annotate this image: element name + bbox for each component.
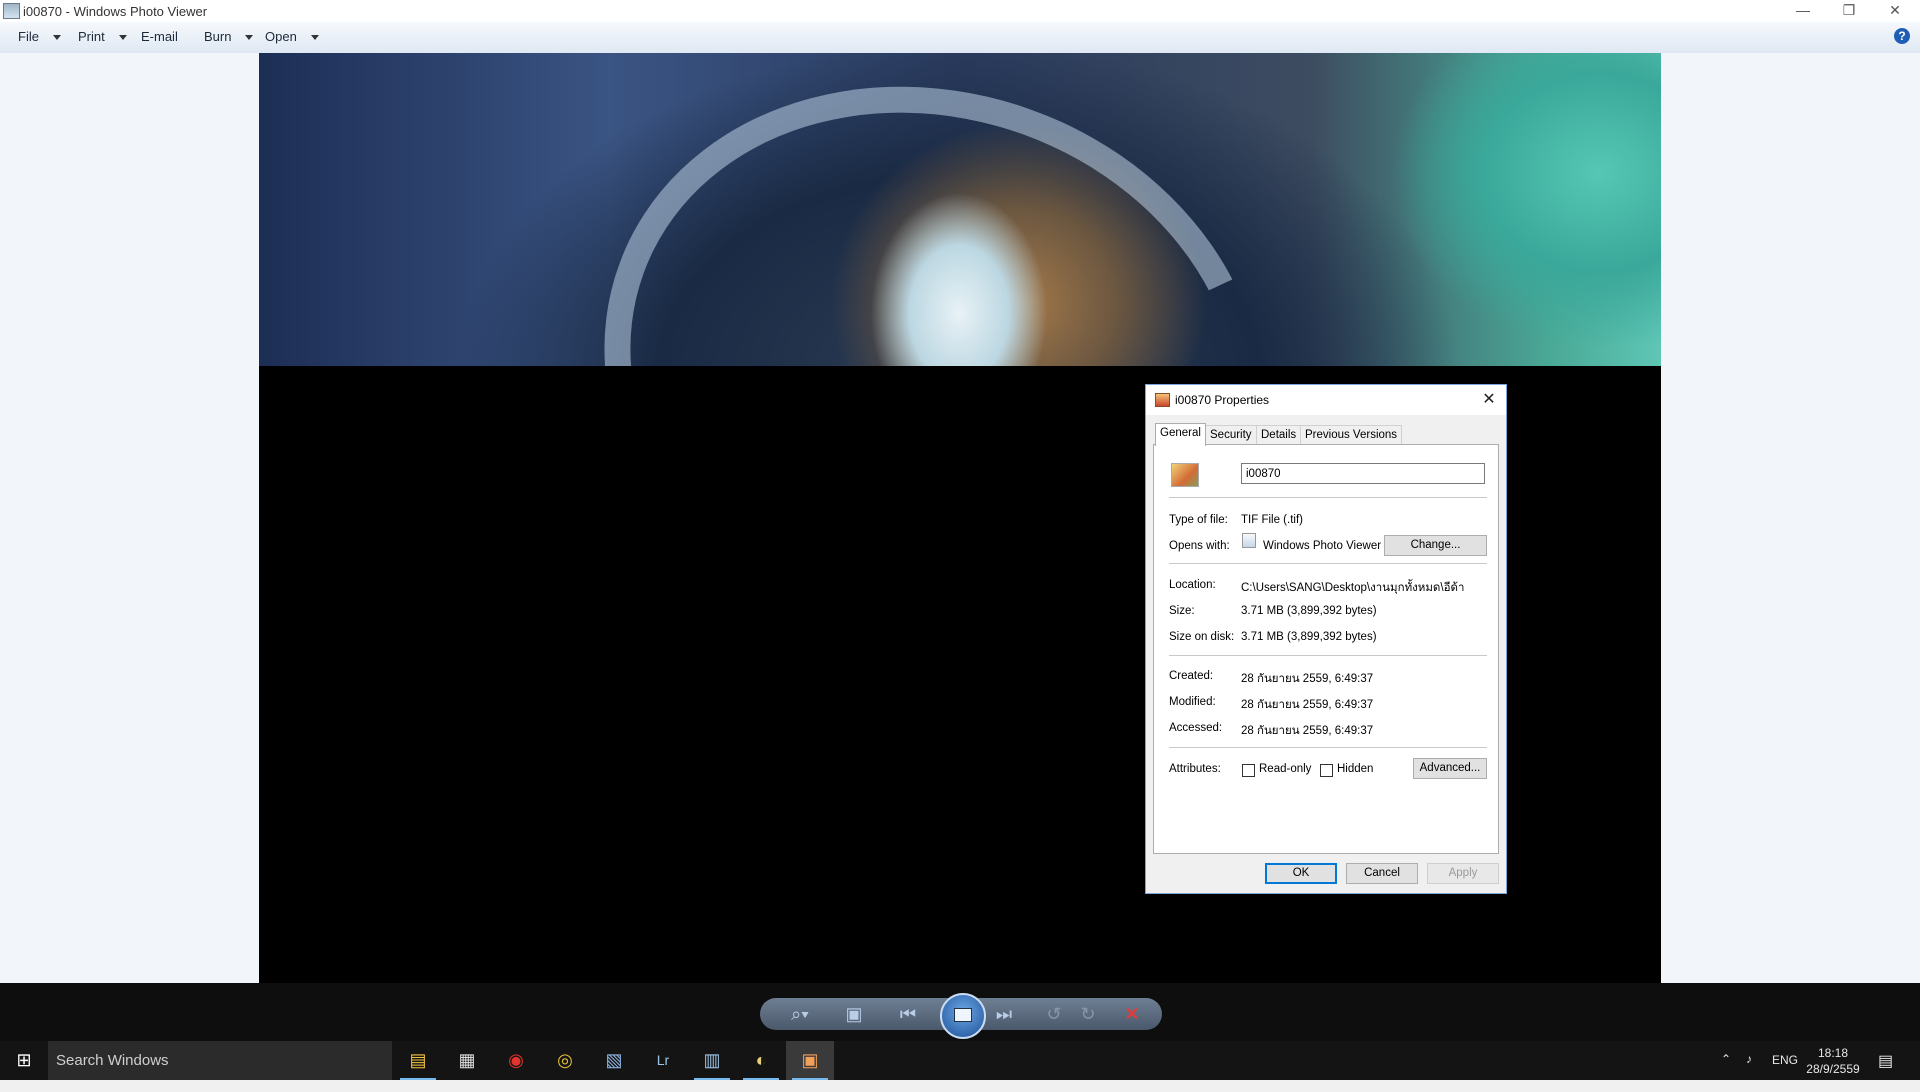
zoom-icon[interactable]: ⌕▾ — [782, 998, 818, 1030]
volume-icon[interactable]: ♪ — [1746, 1052, 1752, 1091]
close-window-button[interactable]: ✕ — [1872, 0, 1918, 22]
file-name-input[interactable] — [1241, 463, 1485, 484]
slideshow-button[interactable] — [940, 993, 986, 1039]
window-title: i00870 - Windows Photo Viewer — [23, 4, 208, 19]
chevron-down-icon — [52, 35, 61, 41]
app-icon[interactable]: ◉ — [492, 1041, 540, 1080]
image-file-icon — [1155, 393, 1170, 407]
slideshow-icon — [954, 1008, 972, 1022]
language-indicator[interactable]: ENG — [1772, 1053, 1798, 1092]
read-only-checkbox[interactable] — [1242, 764, 1255, 777]
rotate-counterclockwise-icon[interactable]: ↺ — [1036, 998, 1072, 1030]
file-explorer-icon[interactable]: ▤ — [394, 1041, 442, 1080]
paint-icon[interactable]: ▧ — [590, 1041, 638, 1080]
divider — [1169, 747, 1487, 748]
search-placeholder: Search Windows — [56, 1052, 169, 1069]
divider — [1169, 497, 1487, 498]
hidden-checkbox[interactable] — [1320, 764, 1333, 777]
chrome-icon[interactable]: ◎ — [541, 1041, 589, 1080]
clock-time: 18:18 — [1817, 1046, 1849, 1060]
tab-details[interactable]: Details — [1256, 425, 1302, 445]
notifications-icon[interactable]: ▤ — [1878, 1051, 1893, 1090]
help-icon[interactable]: ? — [1894, 28, 1910, 44]
paint-palette-icon[interactable]: ◐ — [737, 1041, 785, 1080]
windows-start-icon[interactable]: ⊞ — [0, 1041, 48, 1080]
modified-value: 28 กันยายน 2559, 6:49:37 — [1241, 699, 1374, 711]
minimize-button[interactable]: — — [1780, 0, 1826, 22]
search-box[interactable]: Search Windows — [48, 1041, 392, 1080]
general-tab-panel: Type of file: TIF File (.tif) Opens with… — [1153, 444, 1499, 854]
created-value: 28 กันยายน 2559, 6:49:37 — [1241, 673, 1374, 685]
type-of-file-value: TIF File (.tif) — [1241, 514, 1303, 526]
menu-open[interactable]: Open — [265, 29, 319, 44]
location-value: C:\Users\SANG\Desktop\งานมุกทั้งหมด\อีด้… — [1241, 582, 1465, 594]
menu-bar: File Print E-mail Burn Open ? — [0, 22, 1920, 54]
size-on-disk-value: 3.71 MB (3,899,392 bytes) — [1241, 631, 1377, 643]
delete-icon[interactable]: ✕ — [1114, 998, 1150, 1030]
menu-burn[interactable]: Burn — [204, 29, 254, 44]
tab-security[interactable]: Security — [1205, 425, 1257, 445]
photo-viewer-app-icon — [3, 3, 20, 19]
title-bar: i00870 - Windows Photo Viewer — ❐ ✕ — [0, 0, 1920, 22]
menu-email[interactable]: E-mail — [141, 29, 178, 44]
rotate-clockwise-icon[interactable]: ↻ — [1070, 998, 1106, 1030]
accessed-label: Accessed: — [1169, 722, 1223, 734]
viewer-area — [0, 53, 1920, 983]
location-label: Location: — [1169, 579, 1216, 591]
chevron-down-icon — [118, 35, 127, 41]
previous-icon[interactable]: ⏮ — [890, 998, 926, 1030]
tab-general[interactable]: General — [1155, 423, 1206, 446]
menu-file[interactable]: File — [18, 29, 61, 44]
photo-viewer-icon — [1242, 533, 1256, 548]
advanced-button[interactable]: Advanced... — [1413, 758, 1487, 779]
clock[interactable]: 18:18 28/9/2559 — [1806, 1045, 1860, 1077]
change-button[interactable]: Change... — [1384, 535, 1487, 556]
store-icon[interactable]: ▦ — [443, 1041, 491, 1080]
attributes-label: Attributes: — [1169, 763, 1221, 775]
tif-file-icon — [1171, 463, 1199, 487]
opens-with-value: Windows Photo Viewer — [1263, 540, 1382, 552]
next-icon[interactable]: ⏭ — [986, 998, 1022, 1030]
properties-dialog: i00870 Properties ✕ General Security Det… — [1145, 384, 1507, 894]
divider — [1169, 655, 1487, 656]
taskbar: ⊞ Search Windows ▤ ▦ ◉ ◎ ▧ Lr ▥ ◐ ▣ ⌃ ♪ … — [0, 1041, 1920, 1080]
opens-with-label: Opens with: — [1169, 540, 1230, 552]
apply-button[interactable]: Apply — [1427, 863, 1499, 884]
ok-button[interactable]: OK — [1265, 863, 1337, 884]
created-label: Created: — [1169, 670, 1214, 682]
divider — [1169, 563, 1487, 564]
dialog-title-bar: i00870 Properties ✕ — [1146, 385, 1506, 415]
cancel-button[interactable]: Cancel — [1346, 863, 1418, 884]
chevron-down-icon — [310, 35, 319, 41]
photo-image — [259, 53, 1661, 366]
size-label: Size: — [1169, 605, 1195, 617]
viewer-controls: ⌕▾ ▣ ⏮ ⏭ ↺ ↻ ✕ — [760, 993, 1162, 1039]
clock-date: 28/9/2559 — [1806, 1062, 1860, 1076]
size-on-disk-label: Size on disk: — [1169, 631, 1235, 643]
dialog-close-button[interactable]: ✕ — [1478, 389, 1500, 411]
chevron-down-icon — [245, 35, 254, 41]
accessed-value: 28 กันยายน 2559, 6:49:37 — [1241, 725, 1374, 737]
menu-print[interactable]: Print — [78, 29, 127, 44]
photos-icon[interactable]: ▥ — [688, 1041, 736, 1080]
actual-size-icon[interactable]: ▣ — [836, 998, 872, 1030]
type-of-file-label: Type of file: — [1169, 514, 1228, 526]
modified-label: Modified: — [1169, 696, 1216, 708]
tab-previous-versions[interactable]: Previous Versions — [1300, 425, 1403, 445]
dialog-title: i00870 Properties — [1175, 393, 1270, 407]
tray-chevron-icon[interactable]: ⌃ — [1721, 1052, 1731, 1091]
viewer-controls-strip: ⌕▾ ▣ ⏮ ⏭ ↺ ↻ ✕ — [0, 983, 1920, 1041]
restore-button[interactable]: ❐ — [1826, 0, 1872, 22]
size-value: 3.71 MB (3,899,392 bytes) — [1241, 605, 1377, 617]
read-only-label: Read-only — [1259, 763, 1312, 775]
lightroom-icon[interactable]: Lr — [639, 1041, 687, 1080]
hidden-label: Hidden — [1337, 763, 1374, 775]
photo-viewer-taskbar-icon[interactable]: ▣ — [786, 1041, 834, 1080]
